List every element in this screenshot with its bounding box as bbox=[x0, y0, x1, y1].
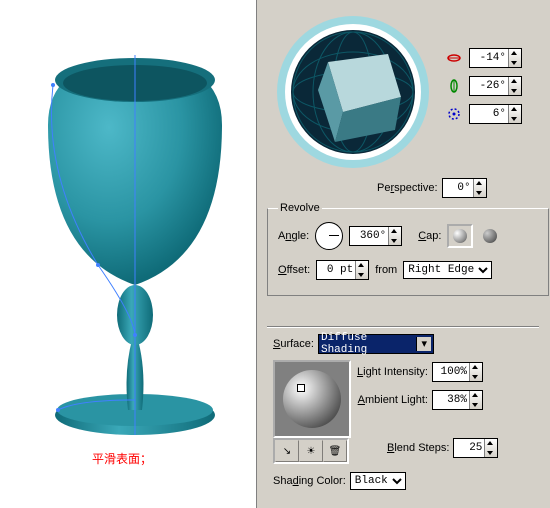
spinner[interactable] bbox=[508, 77, 522, 95]
angle-input[interactable] bbox=[349, 226, 402, 246]
surface-label: Surface: bbox=[273, 338, 314, 350]
perspective-row: Perspective: bbox=[377, 178, 487, 198]
light-intensity-label: Light Intensity: bbox=[357, 366, 428, 378]
rotation-controls bbox=[447, 44, 522, 128]
rotation-preview[interactable] bbox=[273, 12, 433, 172]
revolve-legend: Revolve bbox=[278, 202, 322, 214]
spinner[interactable] bbox=[508, 105, 522, 123]
from-label: from bbox=[375, 264, 397, 276]
perspective-label: Perspective: bbox=[377, 182, 438, 194]
goblet-3d-object[interactable] bbox=[38, 55, 233, 435]
surface-row: Surface: Diffuse Shading▾ bbox=[273, 334, 434, 354]
rotate-y-icon bbox=[447, 79, 461, 93]
divider bbox=[267, 326, 539, 328]
shading-color-select[interactable]: Black bbox=[350, 472, 406, 490]
spinner[interactable] bbox=[508, 49, 522, 67]
angle-dial[interactable] bbox=[315, 222, 343, 250]
blend-row: Blend Steps: bbox=[387, 438, 498, 458]
rotate-y-input[interactable] bbox=[469, 76, 522, 96]
perspective-input[interactable] bbox=[442, 178, 487, 198]
shading-color-row: Shading Color: Black bbox=[273, 472, 406, 490]
cap-off-button[interactable] bbox=[479, 226, 501, 246]
options-panel: Perspective: Revolve Angle: Cap: Offset:… bbox=[256, 0, 550, 508]
spinner[interactable] bbox=[484, 439, 498, 457]
angle-label: Angle: bbox=[278, 230, 309, 242]
offset-input[interactable] bbox=[316, 260, 369, 280]
viewport: 平滑表面； bbox=[0, 0, 256, 508]
offset-label: Offset: bbox=[278, 264, 310, 276]
ambient-light-label: Ambient Light: bbox=[358, 394, 428, 406]
caption-text: 平滑表面； bbox=[92, 450, 152, 467]
rotate-z-icon bbox=[447, 107, 461, 121]
rotate-x-icon bbox=[447, 51, 461, 65]
trash-icon[interactable]: 🗑 bbox=[323, 440, 347, 462]
cap-label: Cap: bbox=[418, 230, 441, 242]
light-intensity-input[interactable] bbox=[432, 362, 483, 382]
blend-steps-label: Blend Steps: bbox=[387, 442, 449, 454]
spinner[interactable] bbox=[473, 179, 487, 197]
shading-color-label: Shading Color: bbox=[273, 475, 346, 487]
spinner[interactable] bbox=[388, 227, 402, 245]
rotate-x-input[interactable] bbox=[469, 48, 522, 68]
new-light-icon[interactable]: ☀ bbox=[299, 440, 323, 462]
spinner[interactable] bbox=[469, 363, 483, 381]
cap-on-button[interactable] bbox=[447, 224, 473, 248]
rotate-z-input[interactable] bbox=[469, 104, 522, 124]
ambient-light-input[interactable] bbox=[432, 390, 483, 410]
material-preview[interactable] bbox=[273, 360, 351, 438]
revolve-group: Revolve Angle: Cap: Offset: from Right E… bbox=[267, 202, 549, 296]
blend-steps-input[interactable] bbox=[453, 438, 498, 458]
spinner[interactable] bbox=[469, 391, 483, 409]
light-toolbar: ↘ ☀ 🗑 bbox=[273, 438, 349, 464]
spinner[interactable] bbox=[355, 261, 369, 279]
light-handle[interactable] bbox=[297, 384, 305, 392]
light-arrow-icon[interactable]: ↘ bbox=[275, 440, 299, 462]
from-select[interactable]: Right Edge bbox=[403, 261, 492, 279]
surface-select[interactable]: Diffuse Shading▾ bbox=[318, 334, 434, 354]
light-controls: Light Intensity: Ambient Light: bbox=[357, 362, 483, 418]
